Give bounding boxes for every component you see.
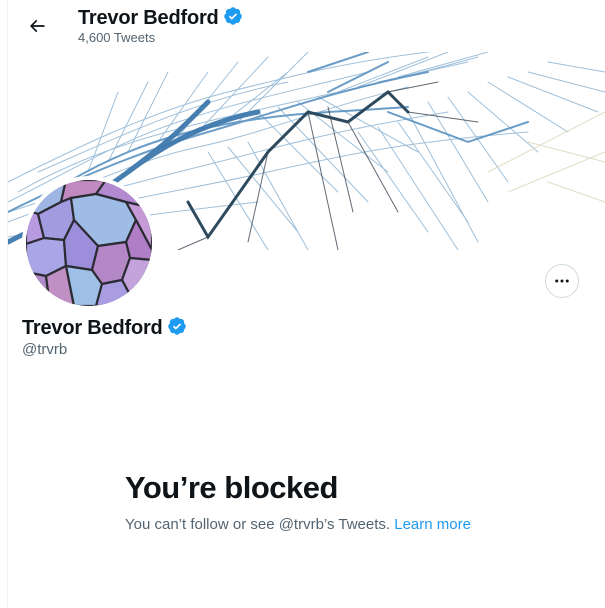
blocked-message-row: You can’t follow or see @trvrb’s Tweets.… [125,516,471,533]
more-options-button[interactable] [545,264,579,298]
header-name: Trevor Bedford [78,7,219,29]
blocked-message: You can’t follow or see @trvrb’s Tweets. [125,516,391,533]
arrow-left-icon [29,19,45,33]
profile-name-row: Trevor Bedford [22,316,187,341]
profile-header: Trevor Bedford 4,600 Tweets [8,0,605,52]
profile-name: Trevor Bedford [22,317,163,339]
verified-badge-icon [167,316,187,341]
learn-more-link[interactable]: Learn more [394,516,471,533]
verified-badge-icon [223,6,243,31]
profile-avatar[interactable] [22,176,156,310]
voronoi-avatar-icon [26,180,152,306]
back-button[interactable] [20,9,54,43]
profile-handle: @trvrb [22,341,68,358]
header-title-row: Trevor Bedford [78,6,243,31]
more-horizontal-icon [555,279,569,283]
tweet-count: 4,600 Tweets [78,30,156,45]
blocked-title: You’re blocked [125,470,338,505]
